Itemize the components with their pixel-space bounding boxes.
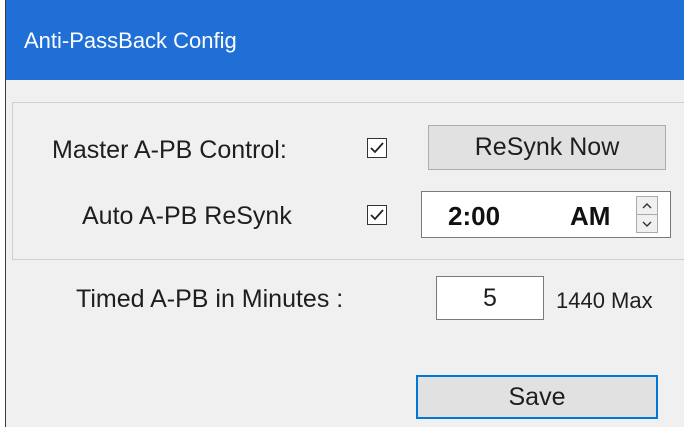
check-icon — [370, 142, 384, 154]
ampm-value[interactable]: AM — [570, 201, 610, 232]
time-spinner[interactable] — [636, 196, 658, 233]
spin-down-button[interactable] — [637, 215, 657, 232]
auto-apb-checkbox[interactable] — [367, 205, 387, 225]
title-bar[interactable]: Anti-PassBack Config — [6, 0, 684, 80]
chevron-up-icon — [642, 202, 652, 208]
config-window: Anti-PassBack Config Master A-PB Control… — [5, 0, 684, 427]
chevron-down-icon — [642, 221, 652, 227]
master-apb-checkbox[interactable] — [367, 138, 387, 158]
auto-apb-label: Auto A-PB ReSynk — [82, 202, 292, 230]
window-title: Anti-PassBack Config — [24, 28, 237, 53]
timed-max-label: 1440 Max — [556, 288, 653, 313]
resynk-now-button[interactable]: ReSynk Now — [428, 125, 666, 170]
master-apb-label: Master A-PB Control: — [52, 136, 287, 164]
check-icon — [370, 209, 384, 221]
resynk-time-picker[interactable]: 2:00 AM — [421, 191, 671, 238]
timed-minutes-input[interactable]: 5 — [436, 276, 544, 320]
time-value[interactable]: 2:00 — [448, 201, 500, 232]
timed-apb-label: Timed A-PB in Minutes : — [76, 285, 344, 313]
save-button[interactable]: Save — [416, 375, 658, 419]
spin-up-button[interactable] — [637, 197, 657, 215]
